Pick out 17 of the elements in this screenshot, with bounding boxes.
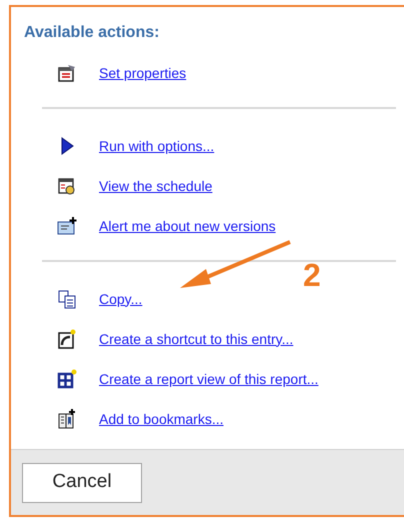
action-link[interactable]: Create a report view of this report... xyxy=(99,368,318,390)
action-link[interactable]: Create a shortcut to this entry... xyxy=(99,328,294,350)
action-link[interactable]: Set properties xyxy=(99,62,186,84)
shortcut-icon xyxy=(57,329,77,349)
calendar-clock-icon xyxy=(57,176,77,196)
bookmark-icon xyxy=(57,409,77,429)
properties-icon xyxy=(57,63,77,83)
action-link[interactable]: View the schedule xyxy=(99,176,212,196)
cancel-button[interactable]: Cancel xyxy=(22,462,142,502)
action-link[interactable]: Run with options... xyxy=(99,136,214,156)
new-message-icon xyxy=(57,216,77,236)
section-heading: Available actions: xyxy=(24,23,160,43)
action-link[interactable]: Copy... xyxy=(99,288,142,310)
action-link[interactable]: Add to bookmarks... xyxy=(99,408,224,430)
step-number: 2 xyxy=(303,259,321,291)
copy-icon xyxy=(57,289,77,309)
action-link[interactable]: Alert me about new versions xyxy=(99,216,276,236)
